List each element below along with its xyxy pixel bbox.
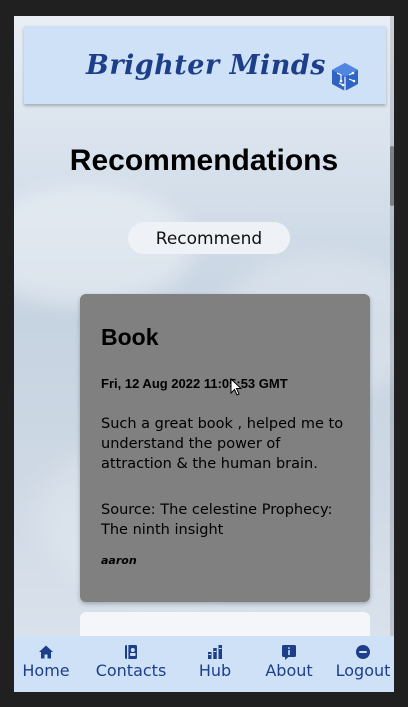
logout-icon — [356, 645, 370, 659]
contacts-icon — [125, 645, 137, 659]
hub-icon — [208, 645, 222, 659]
nav-item-logout[interactable]: Logout — [332, 636, 394, 692]
card-text: Such a great book , helped me to underst… — [101, 416, 344, 472]
recommend-button[interactable]: Recommend — [128, 222, 290, 254]
nav-item-hub[interactable]: Hub — [190, 636, 240, 692]
app-header: Brighter Minds — [24, 26, 386, 104]
scrollbar[interactable] — [390, 16, 394, 692]
home-icon — [39, 645, 53, 659]
nav-label: About — [265, 661, 313, 680]
card-type: Book — [101, 324, 159, 350]
nav-item-home[interactable]: Home — [14, 636, 78, 692]
cube-logo-icon[interactable] — [330, 62, 360, 92]
brand-title[interactable]: Brighter Minds — [86, 50, 326, 81]
page-title: Recommendations — [69, 144, 339, 177]
card-author: aaron — [101, 554, 137, 567]
app-screen: Brighter Minds Recommendations Recommend… — [14, 16, 394, 692]
nav-label: Home — [22, 661, 70, 680]
scrollbar-thumb[interactable] — [390, 146, 394, 206]
card-source: Source: The celestine Prophecy: The nint… — [101, 502, 333, 538]
mouse-cursor-icon — [230, 378, 242, 396]
bottom-nav: Home Contacts Hub About Logout — [14, 636, 394, 692]
nav-item-about[interactable]: About — [260, 636, 318, 692]
info-icon — [282, 645, 296, 660]
device-frame: Brighter Minds Recommendations Recommend… — [0, 0, 408, 707]
nav-label: Contacts — [95, 661, 167, 680]
nav-label: Hub — [198, 661, 232, 680]
nav-item-contacts[interactable]: Contacts — [90, 636, 172, 692]
recommendation-card[interactable]: Book Fri, 12 Aug 2022 11:05:53 GMT Such … — [80, 294, 370, 602]
card-date: Fri, 12 Aug 2022 11:05:53 GMT — [101, 376, 288, 391]
nav-label: Logout — [335, 661, 391, 680]
